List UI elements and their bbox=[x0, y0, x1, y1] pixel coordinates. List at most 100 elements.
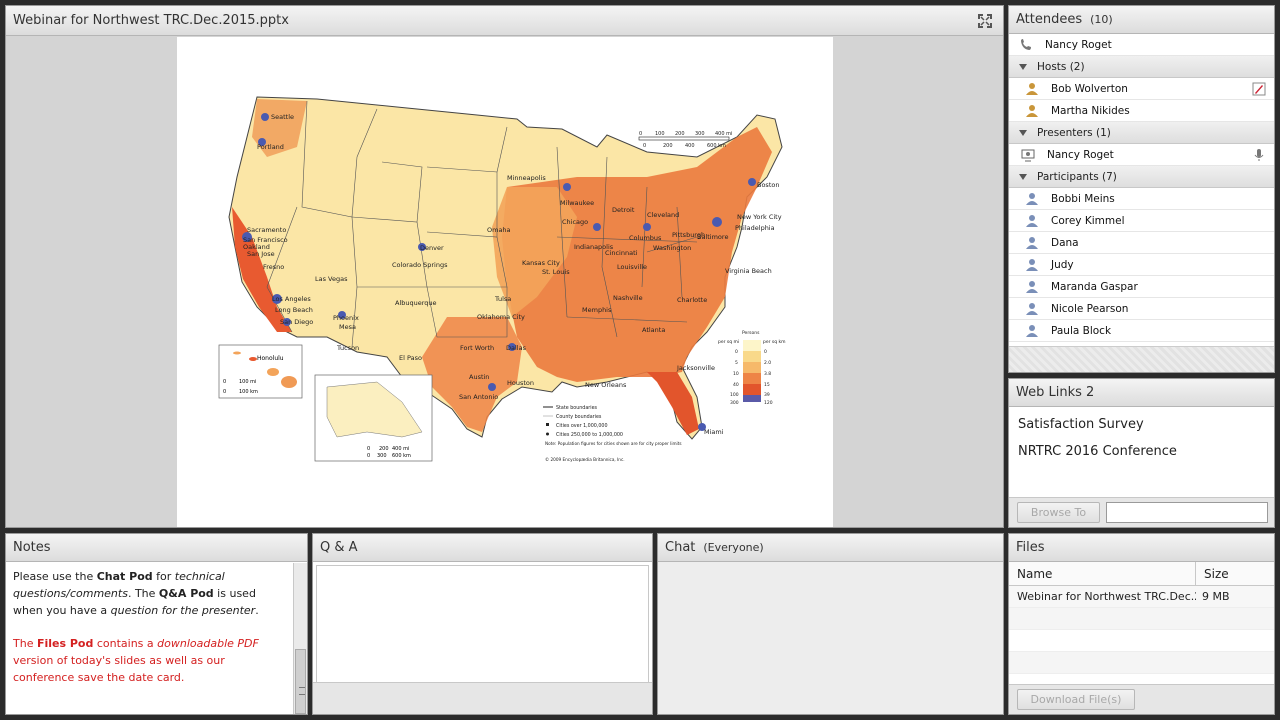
city-label: San Diego bbox=[280, 318, 313, 326]
scale-tick-label: 300 bbox=[377, 453, 387, 459]
legend-units-right: per sq km bbox=[763, 339, 786, 345]
web-link-item[interactable]: Satisfaction Survey bbox=[1009, 411, 1274, 438]
city-label: Albuquerque bbox=[395, 299, 437, 307]
chat-scope[interactable]: (Everyone) bbox=[703, 541, 763, 554]
city-label: San Antonio bbox=[459, 393, 498, 401]
presentation-slide: Seattle Portland Sacramento San Francisc… bbox=[177, 37, 833, 527]
attendee-count: (10) bbox=[1090, 13, 1113, 26]
attendee-row[interactable]: Dana bbox=[1009, 232, 1274, 254]
city-label: Minneapolis bbox=[507, 174, 546, 182]
grip-icon bbox=[299, 687, 305, 695]
files-empty-rows bbox=[1009, 608, 1274, 674]
group-presenters[interactable]: Presenters (1) bbox=[1009, 122, 1274, 144]
florida-region bbox=[647, 372, 699, 435]
alaska-inset: 0 200 400 mi 0 300 600 km bbox=[314, 374, 433, 462]
attendee-row[interactable]: Corey Kimmel bbox=[1009, 210, 1274, 232]
column-header-name[interactable]: Name bbox=[1009, 562, 1196, 585]
scale-tick-label: 300 bbox=[695, 131, 705, 137]
files-toolbar: Download File(s) bbox=[1009, 684, 1274, 714]
link-url-field[interactable] bbox=[1106, 502, 1268, 523]
attendee-name: Maranda Gaspar bbox=[1051, 280, 1138, 293]
attendee-row[interactable]: Judy bbox=[1009, 254, 1274, 276]
chat-pod: Chat (Everyone) bbox=[657, 533, 1004, 715]
city-label: Colorado Springs bbox=[392, 261, 448, 269]
web-links-pod: Web Links 2 Satisfaction Survey NRTRC 20… bbox=[1008, 378, 1275, 528]
city-label: Sacramento bbox=[247, 226, 286, 234]
notes-title: Notes bbox=[13, 540, 51, 555]
collapse-triangle-icon[interactable] bbox=[1019, 173, 1027, 180]
attendee-row[interactable]: Paula Block bbox=[1009, 320, 1274, 342]
legend-item: Cities over 1,000,000 bbox=[556, 423, 608, 429]
scrollbar-thumb[interactable] bbox=[295, 649, 306, 714]
download-files-button[interactable]: Download File(s) bbox=[1017, 689, 1135, 710]
city-label: Cleveland bbox=[647, 211, 679, 219]
city-label: Tucson bbox=[336, 344, 359, 352]
notes-scrollbar[interactable] bbox=[293, 563, 307, 714]
scale-tick-label: 200 bbox=[663, 143, 673, 149]
attendees-header: Attendees (10) bbox=[1009, 6, 1274, 34]
files-title: Files bbox=[1016, 540, 1045, 555]
qa-input-area[interactable] bbox=[313, 682, 652, 714]
scale-tick-label: 0 bbox=[367, 453, 370, 459]
attendee-row[interactable]: Martha Nikides bbox=[1009, 100, 1274, 122]
city-label: Jacksonville bbox=[676, 364, 715, 372]
host-user-icon bbox=[1026, 104, 1038, 117]
map-copyright: © 2009 Encyclopædia Britannica, Inc. bbox=[545, 457, 625, 462]
city-label: Fort Worth bbox=[460, 344, 494, 352]
hawaii-city-label: Honolulu bbox=[257, 355, 284, 362]
notes-paragraph: Please use the Chat Pod for technical qu… bbox=[13, 570, 259, 617]
group-hosts[interactable]: Hosts (2) bbox=[1009, 56, 1274, 78]
group-label: Presenters (1) bbox=[1037, 126, 1111, 139]
notes-pod: Notes Please use the Chat Pod for techni… bbox=[5, 533, 308, 715]
collapse-triangle-icon[interactable] bbox=[1019, 63, 1027, 70]
legend-tick: 5 bbox=[735, 360, 738, 366]
files-table-header: Name Size bbox=[1009, 562, 1274, 586]
scale-tick-label: 100 km bbox=[239, 389, 258, 395]
attendee-row[interactable]: Bob Wolverton bbox=[1009, 78, 1274, 100]
legend-tick: 2.0 bbox=[764, 360, 771, 366]
chat-title: Chat bbox=[665, 540, 696, 555]
fullscreen-icon[interactable] bbox=[977, 13, 993, 29]
city-label: Houston bbox=[507, 379, 534, 387]
scale-tick-label: 100 mi bbox=[239, 379, 256, 385]
city-label: Los Angeles bbox=[272, 295, 311, 303]
participant-icon bbox=[1026, 302, 1038, 315]
share-pod: Webinar for Northwest TRC.Dec.2015.pptx bbox=[5, 5, 1004, 528]
phone-icon bbox=[1021, 38, 1031, 50]
city-label: Fresno bbox=[263, 263, 284, 271]
scale-tick-label: 200 bbox=[379, 446, 389, 452]
attendee-row[interactable]: Nicole Pearson bbox=[1009, 298, 1274, 320]
collapse-triangle-icon[interactable] bbox=[1019, 129, 1027, 136]
group-label: Hosts (2) bbox=[1037, 60, 1085, 73]
attendee-row[interactable]: Maranda Gaspar bbox=[1009, 276, 1274, 298]
city-label: Washington bbox=[653, 244, 691, 252]
qa-question-list[interactable] bbox=[316, 565, 649, 683]
attendee-name: Judy bbox=[1051, 258, 1074, 271]
attendee-row[interactable]: Nancy Roget bbox=[1009, 144, 1274, 166]
attendee-row[interactable]: Bobbi Meins bbox=[1009, 188, 1274, 210]
attendee-name: Corey Kimmel bbox=[1051, 214, 1125, 227]
my-status-row[interactable]: Nancy Roget bbox=[1009, 34, 1274, 56]
city-label: Tulsa bbox=[494, 295, 511, 303]
participant-icon bbox=[1026, 258, 1038, 271]
file-name: Webinar for Northwest TRC.Dec.2015.pptx bbox=[1017, 590, 1196, 603]
city-label: New York City bbox=[737, 213, 782, 221]
participant-icon bbox=[1026, 192, 1038, 205]
file-row[interactable]: Webinar for Northwest TRC.Dec.2015.pptx … bbox=[1009, 586, 1274, 608]
pen-status-icon bbox=[1252, 82, 1266, 96]
legend-item: County boundaries bbox=[556, 414, 602, 420]
group-participants[interactable]: Participants (7) bbox=[1009, 166, 1274, 188]
qa-title: Q & A bbox=[320, 540, 358, 555]
symbol-legend: State boundaries County boundaries Citie… bbox=[543, 405, 682, 462]
scale-tick-label: 0 bbox=[367, 446, 370, 452]
column-header-size[interactable]: Size bbox=[1196, 562, 1229, 585]
participant-icon bbox=[1026, 214, 1038, 227]
hawaii-inset: Honolulu 0 100 mi 0 100 km bbox=[218, 344, 303, 399]
web-link-item[interactable]: NRTRC 2016 Conference bbox=[1009, 438, 1274, 465]
microphone-icon bbox=[1254, 149, 1264, 161]
browse-to-button[interactable]: Browse To bbox=[1017, 502, 1100, 523]
city-label: El Paso bbox=[399, 354, 422, 362]
city-label: Kansas City bbox=[522, 259, 560, 267]
scale-tick-label: 400 mi bbox=[392, 446, 409, 452]
attendee-name: Martha Nikides bbox=[1051, 104, 1130, 117]
